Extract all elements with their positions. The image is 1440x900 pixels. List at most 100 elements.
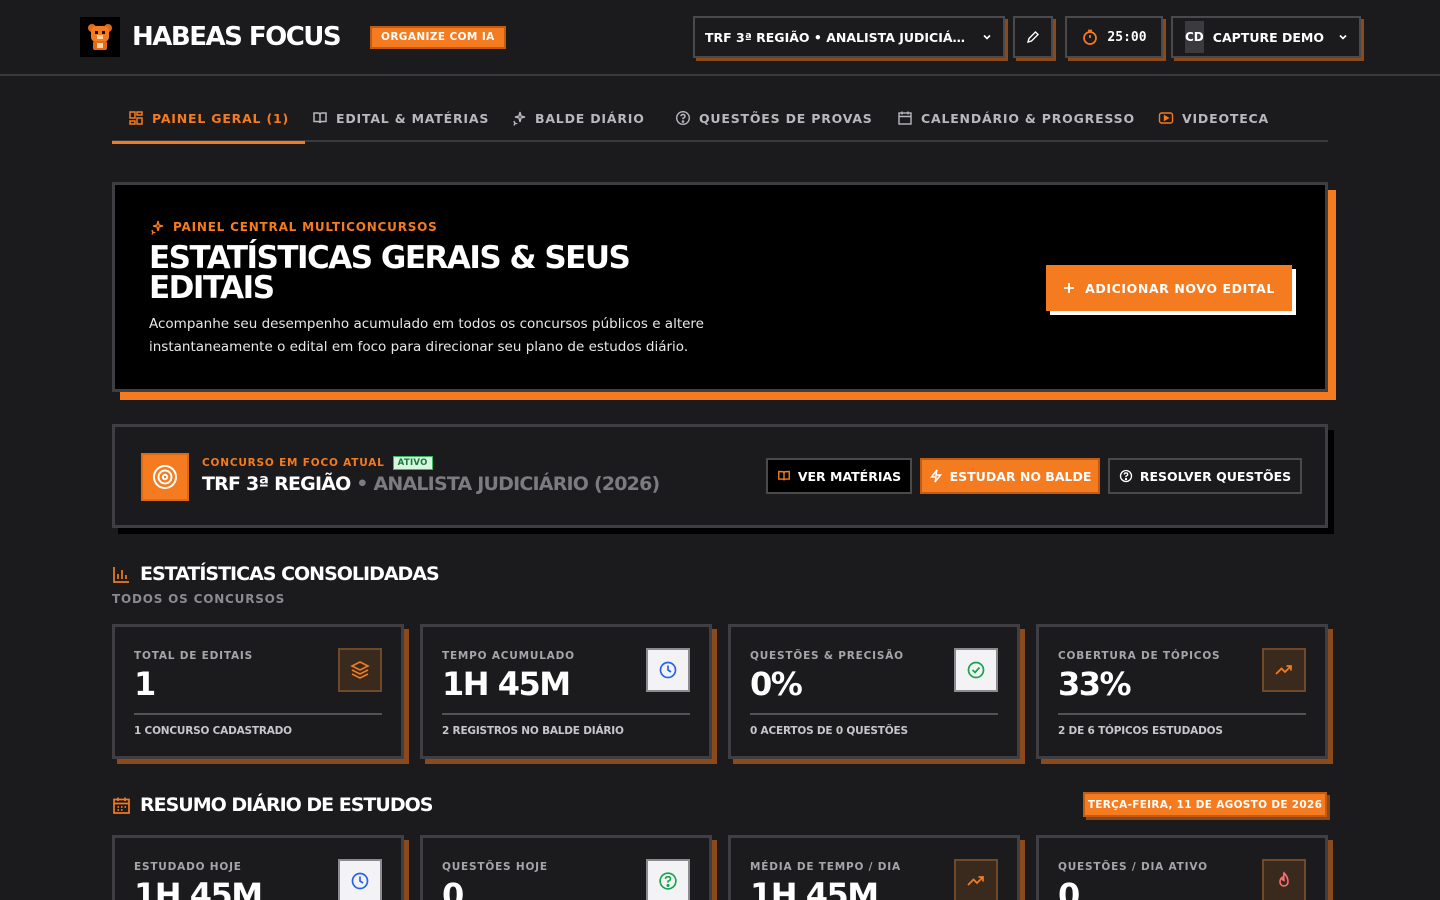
stat-value: 0 [1058,876,1080,900]
clock-icon [646,648,690,692]
concurso-select-value: TRF 3ª REGIÃO • ANALISTA JUDICIÁRIO (202… [705,29,973,45]
add-edital-button[interactable]: ADICIONAR NOVO EDITAL [1046,265,1292,311]
tab-label: EDITAL & MATÉRIAS [336,110,490,126]
bear-logo-icon[interactable] [80,17,120,57]
user-menu[interactable]: CD CAPTURE DEMO [1171,16,1361,58]
page-title: ESTATÍSTICAS GERAIS & SEUS EDITAIS [149,240,631,306]
stat-footnote: 2 REGISTROS NO BALDE DIÁRIO [442,725,624,737]
focus-kicker-text: CONCURSO EM FOCO ATUAL [202,457,385,469]
stat-card-cobertura-topicos: COBERTURA DE TÓPICOS 33% 2 DE 6 TÓPICOS … [1036,624,1328,759]
book-icon [312,110,328,126]
consolidated-section-title: ESTATÍSTICAS CONSOLIDADAS [112,563,440,585]
stat-label: QUESTÕES & PRECISÃO [750,650,904,662]
check-circle-icon [954,648,998,692]
focus-kicker: CONCURSO EM FOCO ATUAL ATIVO [202,456,433,470]
focus-concurso-role: • ANALISTA JUDICIÁRIO (2026) [356,473,660,495]
stat-value: 1H 45M [442,665,571,703]
sparkles-icon [149,219,165,235]
sparkles-icon [511,110,527,126]
consolidated-subtitle: TODOS OS CONCURSOS [112,592,286,606]
bar-chart-icon [112,565,131,584]
tab-balde-diario[interactable]: BALDE DIÁRIO [511,94,645,142]
brand-name: HABEAS FOCUS [132,22,342,52]
clock-icon [338,859,382,900]
ver-materias-button[interactable]: VER MATÉRIAS [766,458,912,494]
stat-value: 1H 45M [750,876,879,900]
tab-questoes-provas[interactable]: QUESTÕES DE PROVAS [675,94,873,142]
timer-icon [1081,28,1099,46]
stat-value: 0 [442,876,464,900]
hero-kicker: PAINEL CENTRAL MULTICONCURSOS [149,219,438,235]
tab-label: QUESTÕES DE PROVAS [699,110,873,126]
book-icon [777,469,791,483]
stat-card-total-editais: TOTAL DE EDITAIS 1 1 CONCURSO CADASTRADO [112,624,404,759]
stat-value: 33% [1058,665,1132,703]
stat-footnote: 0 ACERTOS DE 0 QUESTÕES [750,725,908,737]
tab-videoteca[interactable]: VIDEOTECA [1158,94,1269,142]
tab-label: VIDEOTECA [1182,110,1269,126]
stat-label: COBERTURA DE TÓPICOS [1058,650,1221,662]
add-edital-label: ADICIONAR NOVO EDITAL [1085,280,1275,296]
tab-edital-materias[interactable]: EDITAL & MATÉRIAS [312,94,489,142]
daily-card-estudado-hoje: ESTUDADO HOJE 1H 45M [112,835,404,900]
calendar-icon [897,110,913,126]
tab-label: BALDE DIÁRIO [535,110,645,126]
tab-calendario-progresso[interactable]: CALENDÁRIO & PROGRESSO [897,94,1135,142]
estudar-balde-label: ESTUDAR NO BALDE [949,468,1092,484]
daily-section-title: RESUMO DIÁRIO DE ESTUDOS [112,794,433,816]
estudar-balde-button[interactable]: ESTUDAR NO BALDE [920,458,1100,494]
brand-badge: ORGANIZE COM IA [370,26,506,49]
plus-icon [1063,282,1075,294]
status-badge: ATIVO [392,456,433,470]
target-icon [141,453,189,501]
tab-painel-geral[interactable]: PAINEL GERAL (1) [112,94,305,144]
resolver-questoes-button[interactable]: RESOLVER QUESTÕES [1108,458,1302,494]
pomodoro-timer-button[interactable]: 25:00 [1065,16,1163,58]
current-date-badge: TERÇA-FEIRA, 11 DE AGOSTO DE 2026 [1083,792,1327,817]
main-tabs: PAINEL GERAL (1) EDITAL & MATÉRIAS BALDE… [112,94,1328,144]
help-circle-icon [646,859,690,900]
trending-up-icon [1262,648,1306,692]
stat-label: TEMPO ACUMULADO [442,650,575,662]
stat-card-questoes-precisao: QUESTÕES & PRECISÃO 0% 0 ACERTOS DE 0 QU… [728,624,1020,759]
daily-card-media-tempo: MÉDIA DE TEMPO / DIA 1H 45M [728,835,1020,900]
stat-value: 1 [134,665,156,703]
timer-value: 25:00 [1107,29,1147,45]
divider [442,713,690,715]
focus-concurso-title: TRF 3ª REGIÃO [202,473,351,495]
chevron-down-icon [981,31,993,43]
pencil-icon [1025,29,1041,45]
trending-up-icon [954,859,998,900]
concurso-select[interactable]: TRF 3ª REGIÃO • ANALISTA JUDICIÁRIO (202… [693,16,1005,58]
ver-materias-label: VER MATÉRIAS [797,468,902,484]
hero-description: Acompanhe seu desempenho acumulado em to… [149,316,704,355]
avatar: CD [1185,21,1204,53]
tab-label: PAINEL GERAL (1) [152,110,289,126]
stat-label: TOTAL DE EDITAIS [134,650,253,662]
stat-value: 0% [750,665,803,703]
video-icon [1158,110,1174,126]
concurso-em-foco-card: CONCURSO EM FOCO ATUAL ATIVO TRF 3ª REGI… [112,424,1328,528]
daily-title-text: RESUMO DIÁRIO DE ESTUDOS [140,794,433,816]
stat-label: MÉDIA DE TEMPO / DIA [750,861,901,873]
chevron-down-icon [1337,31,1349,43]
stat-footnote: 2 DE 6 TÓPICOS ESTUDADOS [1058,725,1223,737]
divider [134,713,382,715]
daily-card-questoes-dia-ativo: QUESTÕES / DIA ATIVO 0 [1036,835,1328,900]
hero-panel: PAINEL CENTRAL MULTICONCURSOS ESTATÍSTIC… [112,182,1328,392]
stat-card-tempo-acumulado: TEMPO ACUMULADO 1H 45M 2 REGISTROS NO BA… [420,624,712,759]
resolver-questoes-label: RESOLVER QUESTÕES [1139,468,1292,484]
stat-value: 1H 45M [134,876,263,900]
stat-footnote: 1 CONCURSO CADASTRADO [134,725,292,737]
help-circle-icon [675,110,691,126]
edit-concurso-button[interactable] [1013,16,1053,58]
zap-icon [929,469,943,483]
daily-card-questoes-hoje: QUESTÕES HOJE 0 [420,835,712,900]
grid-icon [128,110,144,126]
stat-label: QUESTÕES / DIA ATIVO [1058,861,1208,873]
stat-label: QUESTÕES HOJE [442,861,548,873]
divider [1058,713,1306,715]
focus-concurso-name: TRF 3ª REGIÃO • ANALISTA JUDICIÁRIO (202… [202,473,660,495]
divider [750,713,998,715]
stat-label: ESTUDADO HOJE [134,861,242,873]
